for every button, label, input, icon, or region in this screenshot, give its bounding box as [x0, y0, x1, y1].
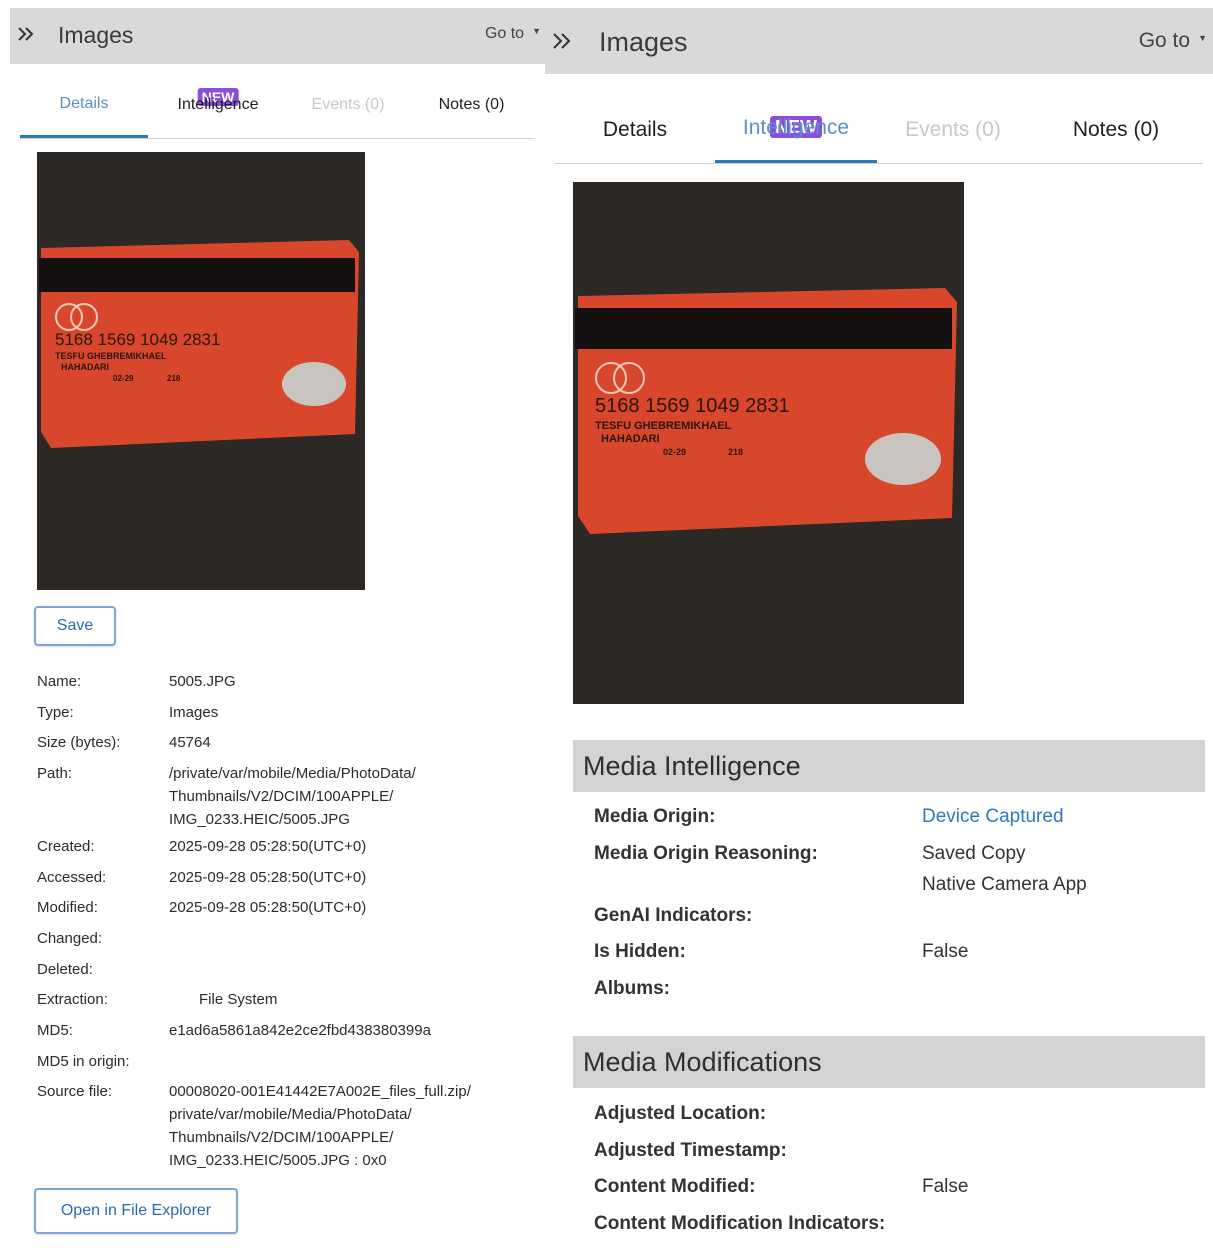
prop-label: Source file: — [37, 1083, 113, 1100]
prop-value: 00008020-001E41442E7A002E_files_full.zip… — [169, 1083, 471, 1169]
save-button[interactable]: Save — [34, 606, 116, 646]
caret-down-icon: ▼ — [1198, 33, 1207, 43]
intelligence-panel: Images Go to ▼ Details NEW Intelligence … — [545, 8, 1213, 1248]
tab-intelligence[interactable]: NEW Intelligence — [148, 72, 288, 138]
tab-label: Intelligence — [177, 96, 259, 113]
content-modified-label: Content Modified: — [594, 1176, 756, 1197]
goto-label: Go to — [1138, 29, 1191, 52]
adjusted-location-label: Adjusted Location: — [594, 1103, 767, 1124]
prop-label: Changed: — [37, 930, 103, 947]
double-chevron-right-icon[interactable] — [14, 22, 38, 46]
card-photo: 5168 1569 1049 2831 TESFU GHEBREMIKHAEL … — [573, 182, 964, 704]
card-holder-line2: HAHADARI — [61, 362, 109, 372]
open-in-file-explorer-button[interactable]: Open in File Explorer — [34, 1188, 238, 1234]
prop-label: Name: — [37, 673, 82, 690]
prop-value: /private/var/mobile/Media/PhotoData/ Thu… — [169, 765, 416, 828]
prop-value: e1ad6a5861a842e2ce2fbd438380399a — [169, 1022, 431, 1039]
prop-value: 2025-09-28 05:28:50(UTC+0) — [169, 838, 367, 855]
tab-events[interactable]: Events (0) — [877, 96, 1029, 163]
tab-label: Details — [602, 117, 668, 141]
prop-value: 2025-09-28 05:28:50(UTC+0) — [169, 899, 367, 916]
tab-intelligence[interactable]: NEW Intelligence — [715, 96, 877, 163]
card-photo: 5168 1569 1049 2831 TESFU GHEBREMIKHAEL … — [37, 152, 365, 590]
prop-label: Accessed: — [37, 869, 107, 886]
is-hidden-label: Is Hidden: — [594, 941, 686, 962]
tab-details[interactable]: Details — [555, 96, 715, 163]
tab-label: Events (0) — [311, 96, 385, 113]
media-origin-value[interactable]: Device Captured — [922, 801, 1064, 832]
card-expiry: 02-29 — [663, 447, 686, 457]
card-holder-line2: HAHADARI — [601, 433, 660, 445]
prop-label: Path: — [37, 765, 73, 782]
tab-label: Notes (0) — [438, 96, 505, 113]
prop-label: Size (bytes): — [37, 734, 121, 751]
tab-label: Events (0) — [905, 117, 1001, 141]
prop-label: MD5: — [37, 1022, 73, 1039]
goto-dropdown[interactable]: Go to ▼ — [1139, 29, 1207, 53]
tab-notes[interactable]: Notes (0) — [408, 72, 535, 138]
albums-label: Albums: — [594, 978, 670, 999]
panel-header: Images Go to ▼ — [10, 8, 545, 64]
card-holder: TESFU GHEBREMIKHAEL — [55, 351, 167, 361]
genai-indicators-label: GenAI Indicators: — [594, 905, 753, 926]
panel-title: Images — [58, 22, 134, 48]
image-preview[interactable]: 5168 1569 1049 2831 TESFU GHEBREMIKHAEL … — [573, 182, 964, 704]
prop-label: Modified: — [37, 899, 98, 916]
card-number: 5168 1569 1049 2831 — [55, 330, 220, 349]
prop-label: Created: — [37, 838, 95, 855]
tab-events[interactable]: Events (0) — [288, 72, 408, 138]
media-origin-reasoning-label: Media Origin Reasoning: — [594, 843, 818, 864]
adjusted-timestamp-label: Adjusted Timestamp: — [594, 1140, 787, 1161]
prop-label: Type: — [37, 704, 74, 721]
panel-header: Images Go to ▼ — [545, 8, 1213, 74]
card-expiry: 02-29 — [113, 374, 134, 383]
prop-value: 45764 — [169, 734, 211, 751]
prop-label: Deleted: — [37, 961, 93, 978]
double-chevron-right-icon[interactable] — [549, 28, 575, 54]
media-origin-label: Media Origin: — [594, 806, 716, 827]
tab-bar: Details NEW Intelligence Events (0) Note… — [555, 96, 1203, 164]
tab-label: Notes (0) — [1072, 117, 1160, 141]
prop-value: Images — [169, 704, 219, 721]
tab-bar: Details NEW Intelligence Events (0) Note… — [20, 72, 535, 139]
content-modified-value: False — [922, 1176, 969, 1197]
details-panel: Images Go to ▼ Details NEW Intelligence … — [10, 8, 545, 1248]
prop-label: MD5 in origin: — [37, 1053, 130, 1070]
caret-down-icon: ▼ — [532, 26, 541, 36]
content-modification-indicators-label: Content Modification Indicators: — [594, 1213, 886, 1234]
goto-dropdown[interactable]: Go to ▼ — [485, 25, 541, 43]
is-hidden-value: False — [922, 941, 969, 962]
image-preview[interactable]: 5168 1569 1049 2831 TESFU GHEBREMIKHAEL … — [37, 152, 365, 590]
prop-value: 5005.JPG — [169, 673, 236, 690]
card-cvv: 218 — [167, 374, 181, 383]
panel-title: Images — [599, 27, 688, 57]
prop-value: 2025-09-28 05:28:50(UTC+0) — [169, 869, 367, 886]
tab-label: Details — [59, 94, 109, 112]
media-modifications-header: Media Modifications — [573, 1036, 1205, 1088]
media-intelligence-header: Media Intelligence — [573, 740, 1205, 792]
tab-label: Intelligence — [742, 116, 850, 139]
tab-details[interactable]: Details — [20, 72, 148, 138]
media-origin-reasoning-value: Saved Copy Native Camera App — [922, 843, 1087, 895]
card-holder: TESFU GHEBREMIKHAEL — [595, 420, 732, 432]
tab-notes[interactable]: Notes (0) — [1029, 96, 1203, 163]
prop-label: Extraction: — [37, 991, 108, 1008]
card-number: 5168 1569 1049 2831 — [595, 395, 790, 417]
card-cvv: 218 — [728, 447, 743, 457]
prop-value: File System — [199, 991, 278, 1008]
goto-label: Go to — [484, 25, 525, 42]
